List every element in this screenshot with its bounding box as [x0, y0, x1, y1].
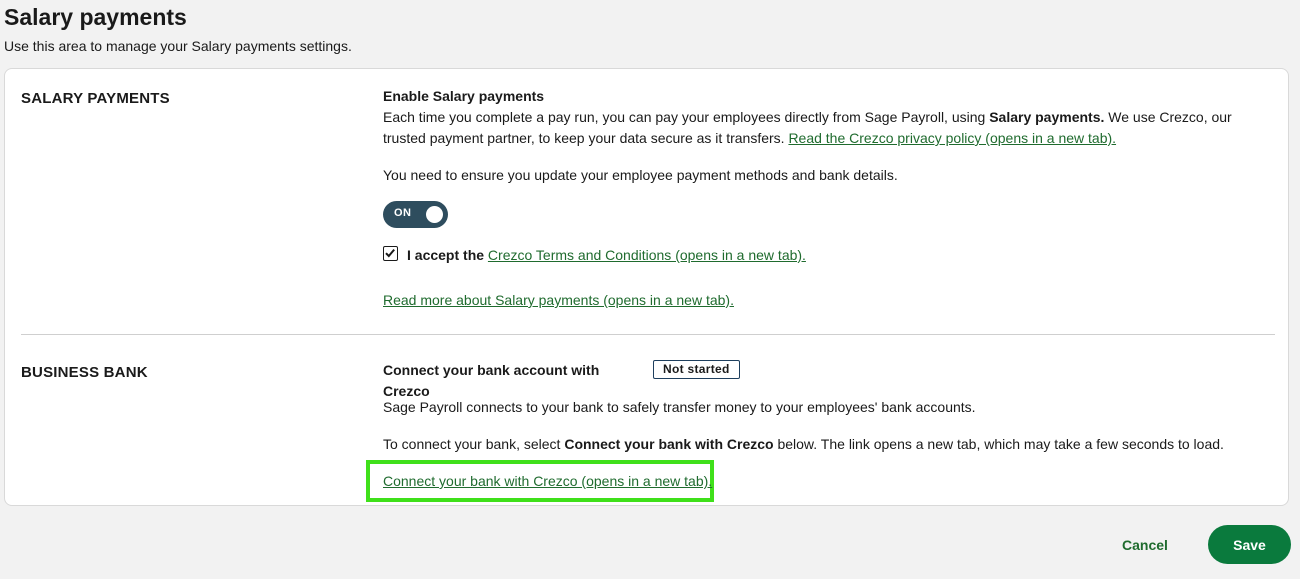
ensure-update-text: You need to ensure you update your emplo… [383, 167, 898, 183]
bank-instructions: To connect your bank, select Connect you… [383, 434, 1263, 455]
bank-connects-text: Sage Payroll connects to your bank to sa… [383, 399, 976, 415]
accept-terms-label: I accept the Crezco Terms and Conditions… [407, 245, 1107, 266]
salary-payments-heading: SALARY PAYMENTS [21, 90, 170, 107]
page-subtitle: Use this area to manage your Salary paym… [4, 38, 352, 54]
toggle-label: ON [394, 207, 412, 219]
instr-part2: below. The link opens a new tab, which m… [773, 436, 1224, 452]
toggle-knob [426, 206, 443, 223]
crezco-privacy-link[interactable]: Read the Crezco privacy policy (opens in… [788, 130, 1116, 146]
instr-bold: Connect your bank with Crezco [564, 436, 774, 452]
business-bank-heading: BUSINESS BANK [21, 364, 148, 381]
read-more-salary-link[interactable]: Read more about Salary payments (opens i… [383, 292, 734, 308]
accept-terms-checkbox[interactable] [383, 246, 398, 261]
cancel-button[interactable]: Cancel [1108, 532, 1182, 558]
save-button[interactable]: Save [1208, 525, 1291, 564]
page-title: Salary payments [4, 4, 187, 30]
crezco-terms-link[interactable]: Crezco Terms and Conditions (opens in a … [488, 247, 806, 263]
settings-card: SALARY PAYMENTS Enable Salary payments E… [4, 68, 1289, 506]
enable-salary-payments-title: Enable Salary payments [383, 88, 545, 104]
connect-bank-link[interactable]: Connect your bank with Crezco (opens in … [383, 473, 712, 489]
status-badge: Not started [653, 360, 740, 379]
accept-prefix: I accept the [407, 247, 485, 263]
read-more-row: Read more about Salary payments (opens i… [383, 290, 1263, 311]
connect-bank-row: Connect your bank with Crezco (opens in … [383, 471, 1263, 492]
connect-bank-title: Connect your bank account with Crezco [383, 362, 600, 399]
salary-desc-bold: Salary payments. [989, 109, 1105, 125]
salary-description: Each time you complete a pay run, you ca… [383, 107, 1263, 149]
salary-payments-toggle[interactable]: ON [383, 201, 448, 228]
checkmark-icon [385, 248, 395, 258]
instr-part1: To connect your bank, select [383, 436, 565, 452]
section-divider [21, 334, 1275, 335]
salary-desc-part1: Each time you complete a pay run, you ca… [383, 109, 990, 125]
